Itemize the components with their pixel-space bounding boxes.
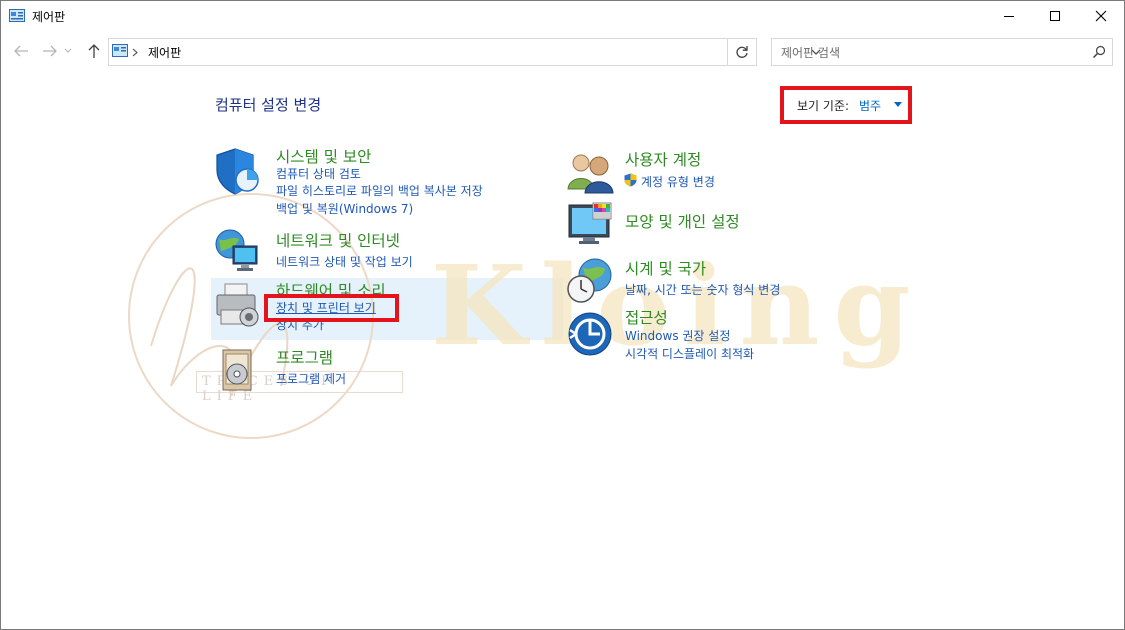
close-button[interactable]	[1078, 1, 1124, 31]
link-network-status[interactable]: 네트워크 상태 및 작업 보기	[276, 253, 413, 270]
chevron-down-icon	[64, 48, 72, 53]
up-arrow-icon	[88, 44, 100, 58]
dropdown-arrow-icon[interactable]	[894, 102, 902, 107]
category-user-accounts-title[interactable]: 사용자 계정	[625, 148, 701, 170]
link-backup-restore[interactable]: 백업 및 복원(Windows 7)	[276, 200, 413, 217]
control-panel-window: 제어판 제어판 제어판 검색 컴퓨터 설정 변경 보기 기준: 범주 TRACE…	[0, 0, 1125, 630]
window-title: 제어판	[32, 10, 66, 24]
minimize-icon	[1004, 16, 1014, 17]
close-icon	[1095, 10, 1107, 22]
user-accounts-icon[interactable]	[567, 149, 617, 199]
refresh-icon	[736, 46, 748, 58]
link-change-account-type[interactable]: 계정 유형 변경	[641, 173, 715, 190]
link-uninstall-program[interactable]: 프로그램 제거	[276, 370, 346, 387]
category-clock-region-title[interactable]: 시계 및 국가	[625, 257, 706, 279]
appearance-monitor-icon[interactable]	[567, 201, 617, 251]
forward-button[interactable]	[41, 42, 59, 60]
search-icon[interactable]	[1092, 45, 1106, 59]
category-appearance-title[interactable]: 모양 및 개인 설정	[625, 210, 740, 232]
title-bar: 제어판	[1, 1, 1124, 31]
breadcrumb[interactable]: 제어판	[148, 44, 181, 61]
view-by-control[interactable]: 보기 기준: 범주	[780, 86, 912, 124]
link-optimize-display[interactable]: 시각적 디스플레이 최적화	[625, 345, 754, 362]
clock-globe-icon[interactable]	[567, 257, 617, 307]
minimize-button[interactable]	[986, 1, 1032, 31]
search-placeholder: 제어판 검색	[781, 46, 841, 60]
category-ease-of-access-title[interactable]: 접근성	[625, 306, 668, 328]
maximize-icon	[1050, 11, 1060, 21]
uac-shield-icon	[624, 173, 637, 187]
maximize-button[interactable]	[1032, 1, 1078, 31]
refresh-button[interactable]	[728, 38, 757, 66]
category-system-security-title[interactable]: 시스템 및 보안	[276, 145, 371, 167]
control-panel-icon	[112, 44, 128, 57]
up-button[interactable]	[85, 42, 103, 60]
view-by-label: 보기 기준:	[797, 99, 850, 113]
printer-icon[interactable]	[213, 281, 263, 331]
view-by-dropdown[interactable]: 범주	[859, 97, 881, 114]
programs-icon[interactable]	[213, 346, 263, 396]
category-network-title[interactable]: 네트워크 및 인터넷	[276, 229, 400, 251]
recent-locations-button[interactable]	[63, 42, 73, 60]
page-title: 컴퓨터 설정 변경	[215, 96, 322, 114]
search-input[interactable]: 제어판 검색	[771, 38, 1113, 66]
link-date-time-format[interactable]: 날짜, 시간 또는 숫자 형식 변경	[625, 281, 780, 298]
ease-of-access-icon[interactable]	[567, 311, 617, 361]
back-button[interactable]	[12, 42, 30, 60]
link-review-computer-status[interactable]: 컴퓨터 상태 검토	[276, 165, 361, 182]
back-arrow-icon	[14, 45, 28, 57]
link-file-history[interactable]: 파일 히스토리로 파일의 백업 복사본 저장	[276, 182, 483, 199]
forward-arrow-icon	[43, 45, 57, 57]
highlight-box-devices	[264, 294, 399, 322]
link-windows-recommended-settings[interactable]: Windows 권장 설정	[625, 327, 730, 344]
control-panel-icon	[9, 9, 25, 22]
network-globe-icon[interactable]	[213, 227, 263, 277]
shield-icon[interactable]	[213, 146, 263, 196]
breadcrumb-separator-icon	[132, 48, 138, 57]
address-bar[interactable]: 제어판	[108, 38, 821, 66]
category-programs-title[interactable]: 프로그램	[276, 346, 333, 368]
